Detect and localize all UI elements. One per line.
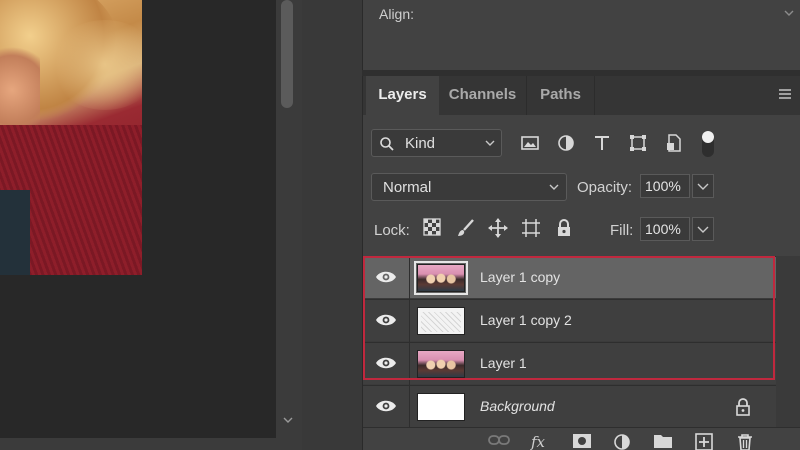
layer-row[interactable]: Layer 1 (363, 342, 776, 385)
filter-kind-label: Kind (405, 135, 436, 152)
eye-icon[interactable] (375, 355, 397, 371)
panel-dock-gap (302, 0, 362, 450)
layers-scrollbar[interactable] (776, 256, 800, 450)
layer-lock-icon[interactable] (735, 398, 751, 416)
layers-panel: Layers Channels Paths Kind Normal Opacit… (362, 76, 800, 450)
layer-thumbnail[interactable] (417, 393, 465, 421)
opacity-slider-toggle[interactable] (692, 174, 714, 198)
chevron-down-icon (484, 136, 496, 155)
layer-name[interactable]: Layer 1 copy (480, 269, 560, 285)
lock-label: Lock: (374, 222, 410, 239)
panel-tab-bar: Layers Channels Paths (363, 76, 800, 115)
canvas-horizontal-scrollbar[interactable] (0, 438, 302, 450)
fx-icon[interactable]: fx (531, 433, 553, 450)
blend-mode-dropdown[interactable]: Normal (371, 173, 567, 201)
tab-paths[interactable]: Paths (527, 76, 595, 115)
scroll-down-arrow-icon[interactable] (280, 414, 296, 430)
delete-icon[interactable] (736, 433, 758, 450)
layer-row[interactable]: Background (363, 385, 776, 428)
layer-list: Layer 1 copy Layer 1 copy 2 Layer 1 Back… (363, 256, 776, 428)
chevron-down-icon[interactable] (779, 0, 799, 30)
document-canvas[interactable] (0, 0, 275, 450)
panel-menu-icon[interactable] (777, 86, 795, 104)
layer-row[interactable]: Layer 1 copy (363, 256, 776, 299)
layer-row[interactable]: Layer 1 copy 2 (363, 299, 776, 342)
layer-name[interactable]: Background (480, 398, 555, 414)
eye-icon[interactable] (375, 269, 397, 285)
opacity-label: Opacity: (577, 179, 633, 196)
tab-layers[interactable]: Layers (366, 76, 439, 115)
fill-input[interactable]: 100% (640, 217, 690, 241)
lock-artboard-icon[interactable] (521, 218, 543, 240)
canvas-vertical-scrollbar[interactable] (276, 0, 302, 438)
lock-image-icon[interactable] (456, 218, 478, 240)
lock-transparent-icon[interactable] (423, 218, 445, 240)
lock-position-icon[interactable] (488, 218, 510, 240)
layer-name[interactable]: Layer 1 copy 2 (480, 312, 572, 328)
add-mask-icon[interactable] (572, 433, 594, 450)
type-filter-icon[interactable] (592, 133, 614, 155)
chevron-down-icon (548, 180, 560, 199)
fill-slider-toggle[interactable] (692, 217, 714, 241)
new-layer-icon[interactable] (695, 433, 717, 450)
layer-thumbnail[interactable] (417, 307, 465, 335)
new-adjustment-icon[interactable] (613, 433, 635, 450)
blend-mode-value: Normal (383, 179, 432, 196)
fill-label: Fill: (610, 222, 634, 239)
smart-object-filter-icon[interactable] (664, 133, 686, 155)
search-icon (379, 136, 395, 157)
filter-kind-dropdown[interactable]: Kind (371, 129, 502, 157)
link-layers-icon[interactable] (488, 433, 510, 450)
eye-icon[interactable] (375, 398, 397, 414)
layer-thumbnail[interactable] (417, 350, 465, 378)
properties-panel: Align: (362, 0, 800, 70)
filter-toggle-switch[interactable] (701, 129, 715, 159)
layer-name[interactable]: Layer 1 (480, 355, 527, 371)
new-group-icon[interactable] (653, 433, 675, 450)
shape-filter-icon[interactable] (628, 133, 650, 155)
layers-footer-toolbar: fx (363, 427, 800, 450)
opacity-input[interactable]: 100% (640, 174, 690, 198)
align-label: Align: (379, 6, 415, 22)
layer-thumbnail[interactable] (414, 261, 468, 295)
lock-all-icon[interactable] (555, 218, 577, 240)
image-filter-icon[interactable] (520, 133, 542, 155)
canvas-scroll-thumb[interactable] (281, 0, 293, 108)
adjustment-filter-icon[interactable] (556, 133, 578, 155)
canvas-image (0, 0, 142, 275)
tab-channels[interactable]: Channels (439, 76, 527, 115)
photoshop-workspace: Align: Layers Channels Paths Kind Normal… (0, 0, 800, 450)
eye-icon[interactable] (375, 312, 397, 328)
